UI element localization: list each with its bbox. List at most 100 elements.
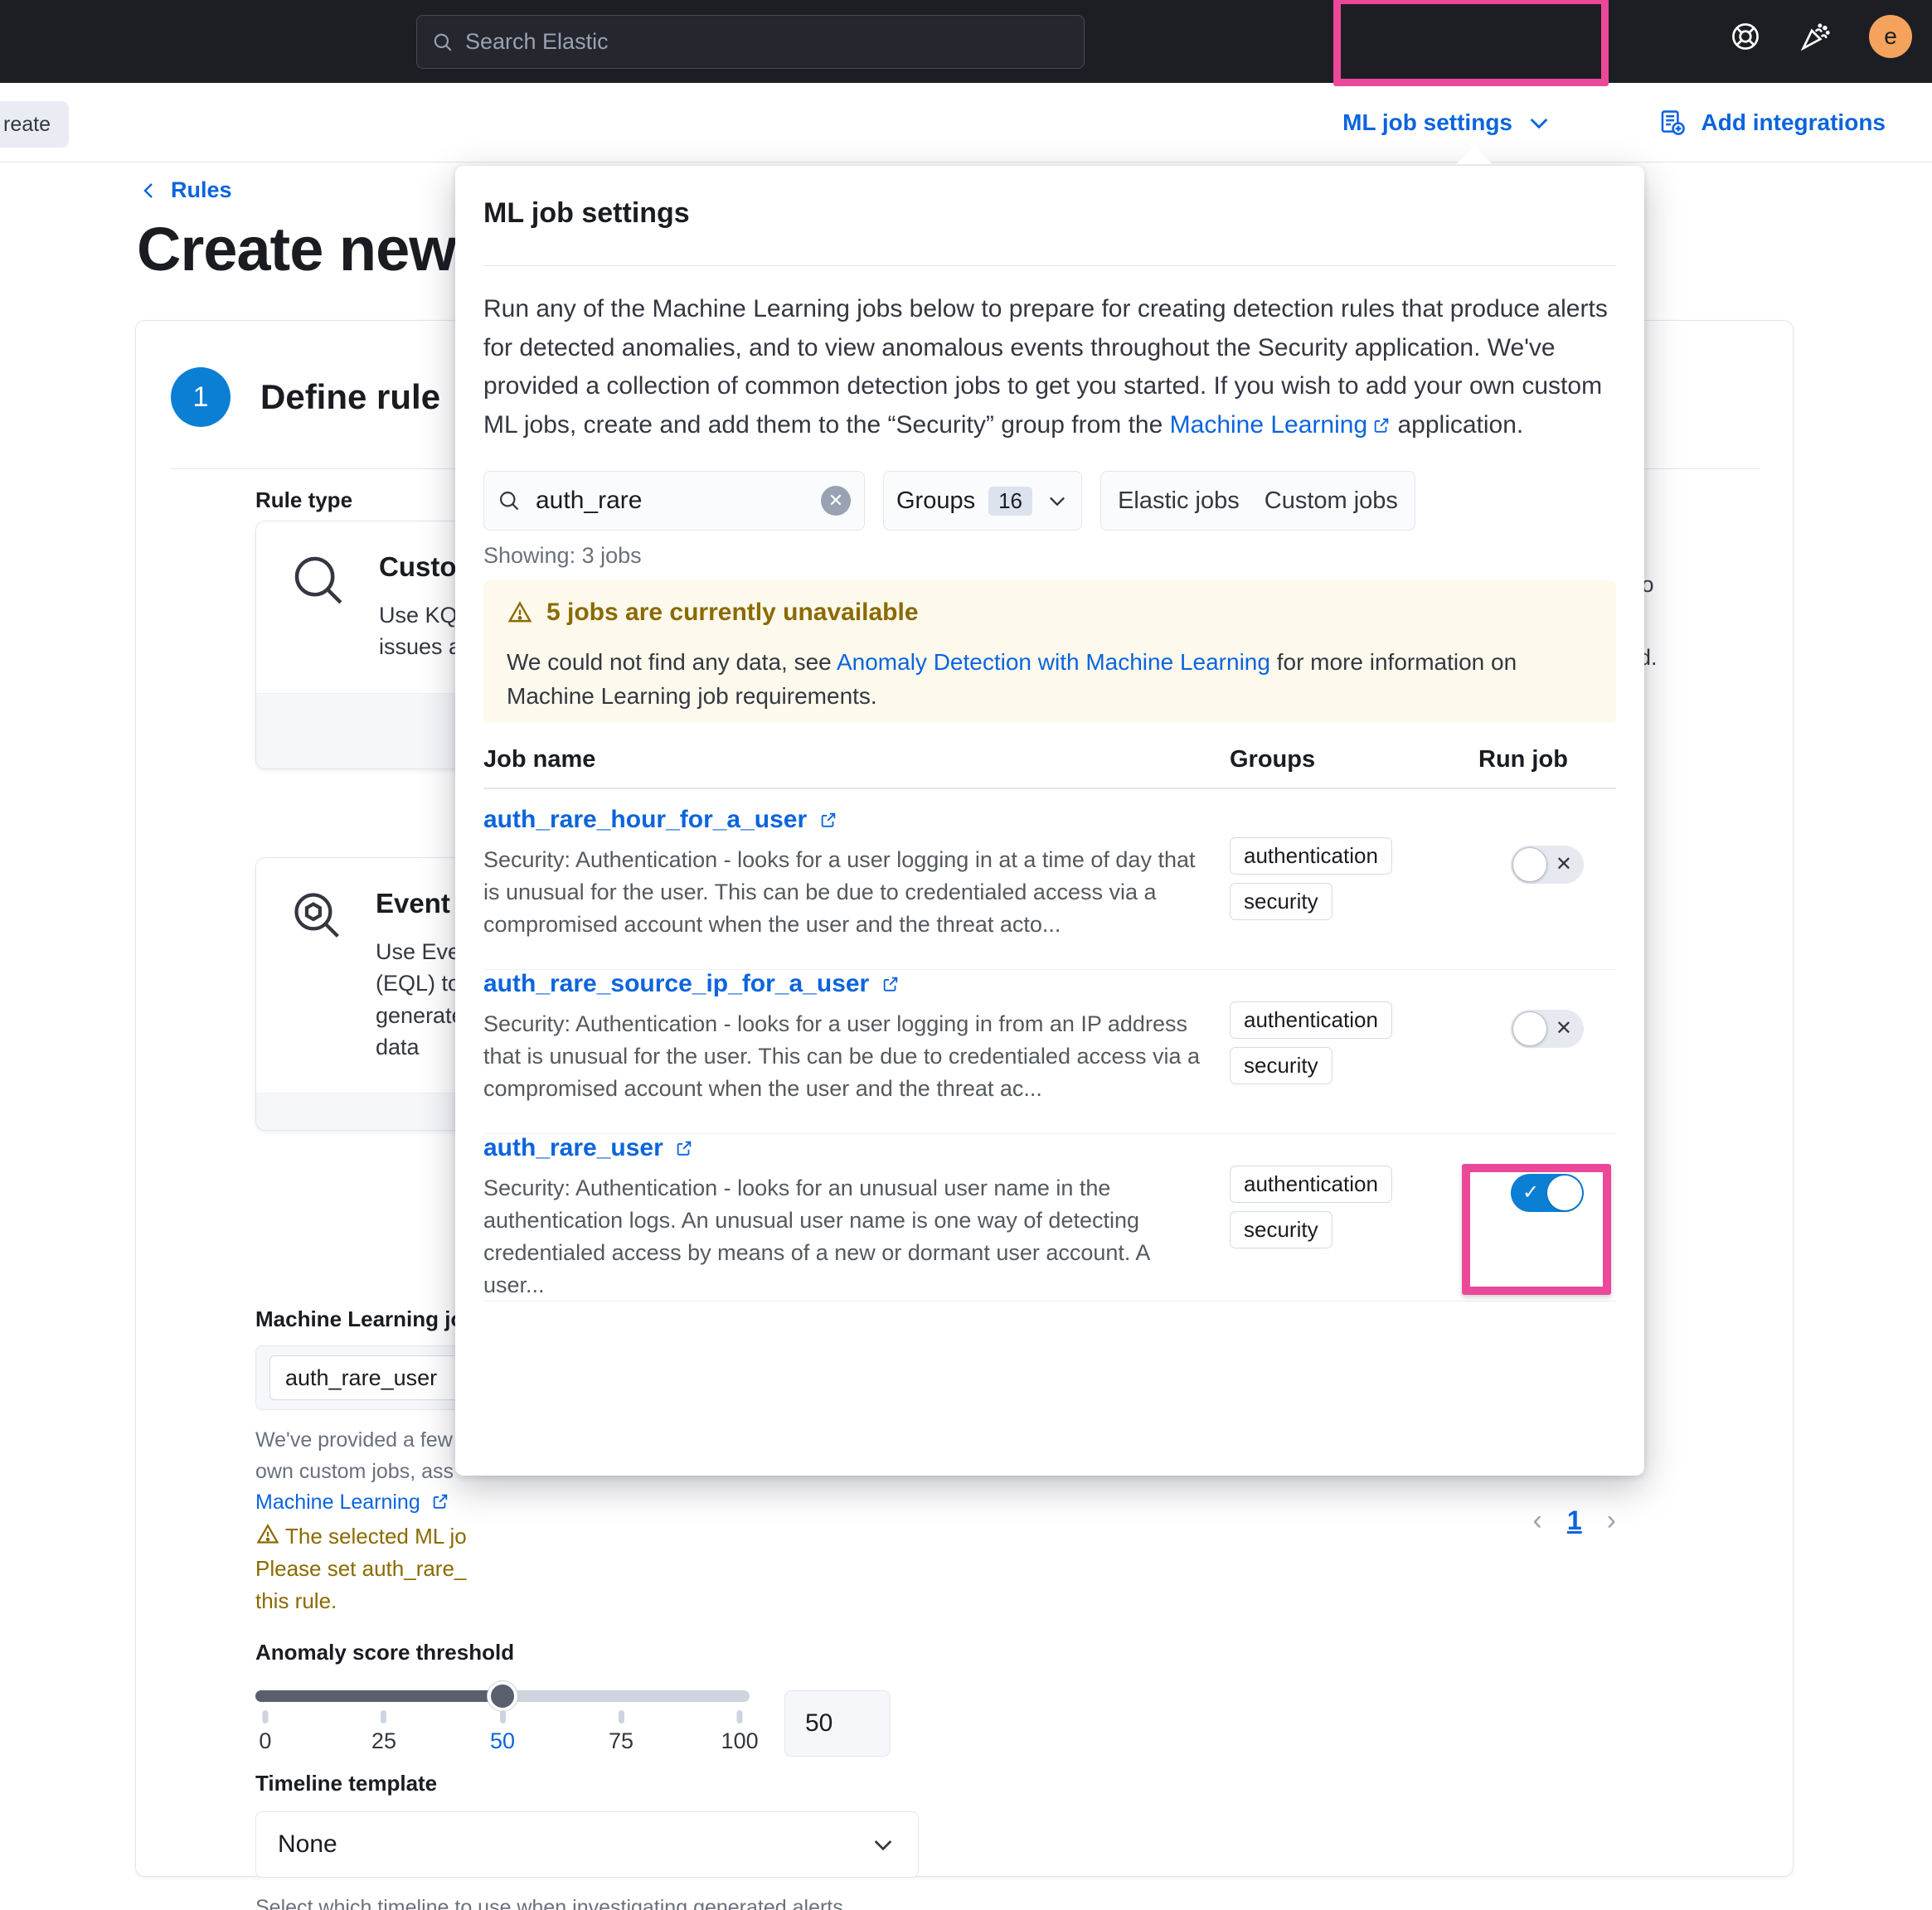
callout-text-pre: We could not find any data, see bbox=[507, 649, 837, 675]
job-name-link-wrap[interactable]: auth_rare_hour_for_a_user bbox=[483, 806, 1205, 834]
ml-job-settings-button[interactable]: ML job settings bbox=[1321, 96, 1574, 149]
jobs-table-divider bbox=[483, 788, 1616, 789]
job-description: Security: Authentication - looks for a u… bbox=[483, 847, 1196, 938]
popover-caret bbox=[1456, 146, 1493, 164]
group-tag: security bbox=[1230, 1047, 1332, 1084]
job-name-link-wrap[interactable]: auth_rare_source_ip_for_a_user bbox=[483, 970, 1205, 998]
warning-triangle-icon bbox=[507, 601, 532, 623]
chevron-down-icon bbox=[874, 1840, 892, 1851]
global-search-input[interactable]: Search Elastic bbox=[416, 15, 1085, 69]
clear-search-icon[interactable]: ✕ bbox=[821, 486, 851, 516]
pagination-next-icon[interactable]: › bbox=[1607, 1505, 1616, 1537]
add-integrations-label: Add integrations bbox=[1701, 109, 1886, 135]
groups-count-badge: 16 bbox=[988, 486, 1033, 516]
job-run-cell: ✓ bbox=[1478, 1134, 1616, 1212]
tab-custom-jobs[interactable]: Custom jobs bbox=[1265, 487, 1398, 515]
anomaly-score-threshold-field: Anomaly score threshold 0 25 50 75 100 5… bbox=[255, 1640, 1002, 1757]
timeline-template-value: None bbox=[278, 1830, 337, 1858]
job-search-input[interactable]: auth_rare ✕ bbox=[483, 471, 865, 531]
job-name-link-wrap[interactable]: auth_rare_user bbox=[483, 1134, 1205, 1162]
group-tag: authentication bbox=[1230, 837, 1392, 875]
machine-learning-link[interactable]: Machine Learning bbox=[1170, 411, 1368, 439]
timeline-template-select[interactable]: None bbox=[255, 1811, 919, 1878]
run-job-toggle[interactable]: ✕ bbox=[1511, 1010, 1584, 1048]
job-name-link[interactable]: auth_rare_user bbox=[483, 1134, 663, 1161]
timeline-template-label: Timeline template bbox=[255, 1771, 438, 1796]
check-icon: ✓ bbox=[1522, 1181, 1540, 1204]
chevron-down-icon bbox=[1050, 497, 1066, 507]
job-groups-cell: authentication security bbox=[1230, 806, 1478, 920]
groups-filter-button[interactable]: Groups 16 bbox=[883, 471, 1082, 531]
job-description: Security: Authentication - looks for a u… bbox=[483, 1011, 1201, 1102]
machine-learning-link[interactable]: Machine Learning bbox=[255, 1491, 420, 1514]
slider-tick: 75 bbox=[609, 1710, 633, 1754]
timeline-template-helper: Select which timeline to use when invest… bbox=[255, 1896, 849, 1910]
job-name-cell: auth_rare_source_ip_for_a_user Security:… bbox=[483, 970, 1230, 1105]
modal-title: ML job settings bbox=[483, 197, 690, 229]
job-name-link[interactable]: auth_rare_hour_for_a_user bbox=[483, 806, 807, 833]
ml-job-settings-label: ML job settings bbox=[1342, 109, 1512, 135]
run-job-toggle[interactable]: ✕ bbox=[1511, 846, 1584, 884]
pagination-page-1[interactable]: 1 bbox=[1567, 1505, 1582, 1536]
table-row: auth_rare_source_ip_for_a_user Security:… bbox=[483, 970, 1616, 1134]
search-icon bbox=[434, 33, 452, 51]
event-correlation-search-icon bbox=[294, 893, 339, 938]
column-header-run-job: Run job bbox=[1478, 746, 1568, 773]
external-link-icon bbox=[1374, 418, 1389, 433]
jobs-table-header: Job name Groups Run job bbox=[483, 746, 1616, 773]
tick-dash bbox=[262, 1710, 269, 1723]
callout-title: 5 jobs are currently unavailable bbox=[546, 599, 919, 626]
help-lifebuoy-icon[interactable] bbox=[1730, 21, 1761, 52]
slider-tick: 0 bbox=[259, 1710, 271, 1754]
groups-filter-label: Groups bbox=[896, 487, 976, 514]
avatar[interactable]: e bbox=[1869, 15, 1912, 58]
job-source-toggle-group[interactable]: Elastic jobs Custom jobs bbox=[1100, 471, 1415, 531]
breadcrumb[interactable]: Rules bbox=[139, 177, 232, 203]
app-root: Search Elastic e reate ML job settings A… bbox=[0, 0, 1932, 1910]
global-top-nav: Search Elastic e bbox=[0, 0, 1932, 83]
slider-thumb[interactable] bbox=[488, 1681, 517, 1711]
breadcrumb-label: Rules bbox=[171, 177, 232, 202]
toggle-knob bbox=[1547, 1176, 1582, 1210]
tick-label: 0 bbox=[259, 1728, 272, 1753]
whats-new-confetti-icon[interactable] bbox=[1799, 21, 1831, 52]
search-icon bbox=[294, 556, 342, 604]
slider-track[interactable] bbox=[255, 1681, 750, 1711]
ml-job-selected-value: auth_rare_user bbox=[285, 1365, 438, 1390]
step-header: 1 Define rule bbox=[171, 367, 440, 427]
job-name-cell: auth_rare_hour_for_a_user Security: Auth… bbox=[483, 806, 1230, 941]
group-tag: authentication bbox=[1230, 1001, 1392, 1039]
add-integrations-button[interactable]: Add integrations bbox=[1658, 96, 1886, 149]
anomaly-score-input[interactable]: 50 bbox=[784, 1690, 891, 1757]
run-job-toggle[interactable]: ✓ bbox=[1511, 1174, 1584, 1212]
create-breadcrumb-chip[interactable]: reate bbox=[0, 101, 69, 148]
warning-line: The selected ML jo bbox=[285, 1524, 467, 1549]
tick-label: 100 bbox=[721, 1728, 759, 1753]
tab-elastic-jobs[interactable]: Elastic jobs bbox=[1118, 487, 1240, 515]
close-icon: ✕ bbox=[1555, 853, 1572, 875]
job-name-link[interactable]: auth_rare_source_ip_for_a_user bbox=[483, 970, 869, 997]
anomaly-score-slider[interactable]: 0 25 50 75 100 bbox=[255, 1681, 759, 1754]
tick-label: 75 bbox=[609, 1728, 634, 1753]
timeline-template-field: Timeline template None Select which time… bbox=[255, 1771, 919, 1910]
job-filters-row: auth_rare ✕ Groups 16 Elastic jobs Custo… bbox=[483, 471, 1415, 531]
warning-triangle-icon bbox=[256, 1523, 279, 1544]
search-icon bbox=[499, 491, 519, 511]
external-link-icon bbox=[821, 812, 835, 827]
tick-label: 25 bbox=[371, 1728, 396, 1753]
anomaly-detection-link[interactable]: Anomaly Detection with Machine Learning bbox=[837, 649, 1270, 675]
page-title: Create new bbox=[137, 215, 457, 284]
job-search-value: auth_rare bbox=[536, 487, 643, 514]
slider-ticks: 0 25 50 75 100 bbox=[255, 1710, 759, 1754]
job-description: Security: Authentication - looks for an … bbox=[483, 1176, 1149, 1298]
modal-description: Run any of the Machine Learning jobs bel… bbox=[483, 290, 1616, 444]
pagination-prev-icon[interactable]: ‹ bbox=[1533, 1505, 1542, 1537]
job-groups-cell: authentication security bbox=[1230, 1134, 1478, 1248]
global-search-placeholder: Search Elastic bbox=[465, 29, 609, 54]
showing-count-text: Showing: 3 jobs bbox=[483, 543, 642, 568]
modal-title-divider bbox=[483, 265, 1616, 266]
group-tag: security bbox=[1230, 883, 1332, 920]
tick-label: 50 bbox=[489, 1728, 516, 1753]
job-run-cell: ✕ bbox=[1478, 806, 1616, 884]
group-tag: authentication bbox=[1230, 1166, 1392, 1203]
